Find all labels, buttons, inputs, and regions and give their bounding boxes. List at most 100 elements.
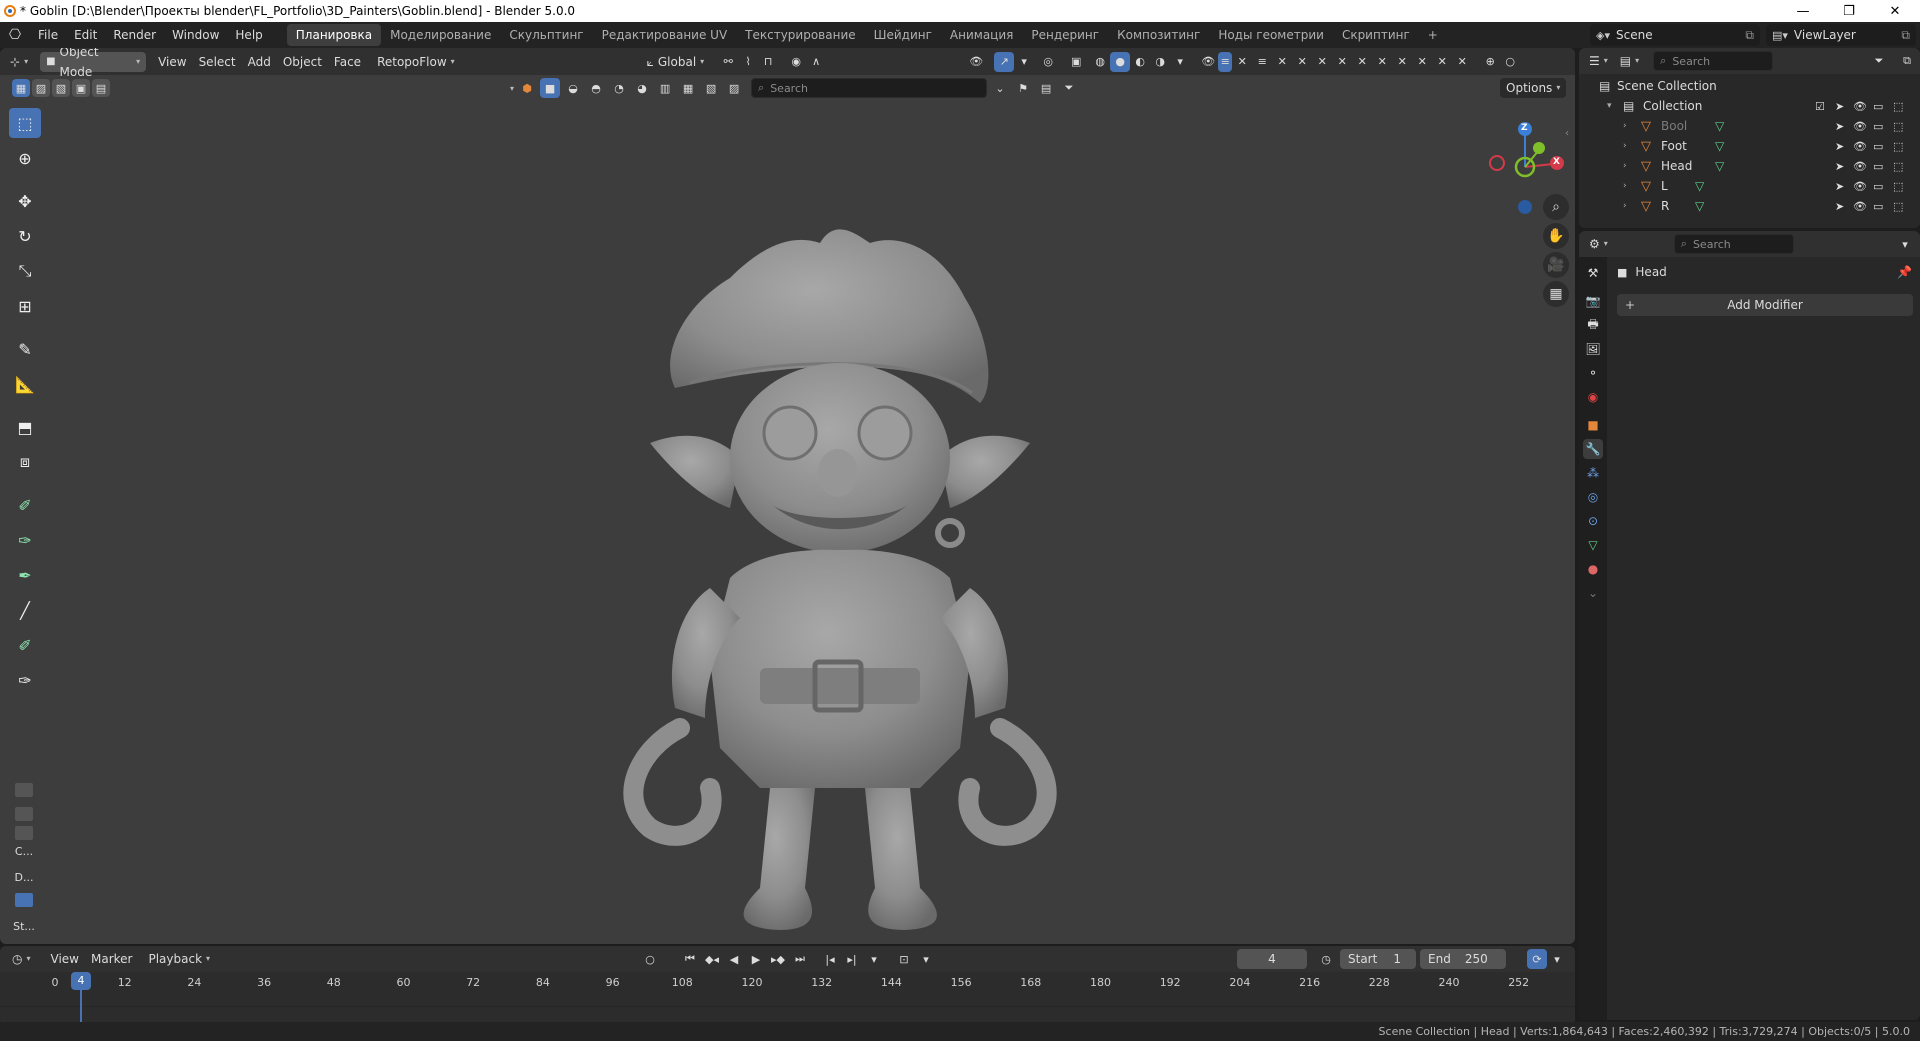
retopoflow-logo-icon[interactable]: ⬢ — [517, 78, 537, 98]
editor-type-icon[interactable]: ⊹ ▾ — [4, 52, 34, 72]
outliner-scene-collection[interactable]: ▤ Scene Collection — [1579, 76, 1920, 96]
gizmo-toggle-icon[interactable]: ↗ — [994, 51, 1015, 72]
scale-icon[interactable]: ⤡ — [9, 256, 41, 286]
chevron-down-icon[interactable]: ▾ — [510, 84, 514, 93]
visibility-eye-icon[interactable]: 👁 — [1853, 100, 1867, 113]
maximize-button[interactable]: ❐ — [1826, 0, 1872, 22]
timeline-body[interactable] — [0, 994, 1575, 1025]
goblin-model[interactable] — [620, 188, 1060, 938]
shading-options-icon[interactable]: ▾ — [1170, 52, 1190, 72]
transform-icon[interactable]: ⊞ — [9, 291, 41, 321]
retopo-tool-8-icon[interactable]: ✕ — [1372, 52, 1392, 72]
play-reverse-icon[interactable]: ◀ — [724, 949, 744, 969]
scene-tab-icon[interactable]: ⚬ — [1583, 363, 1603, 383]
render-camera-icon[interactable]: ⬚ — [1893, 200, 1903, 213]
transform-orientation-dropdown[interactable]: ⟀ Global ▾ — [641, 52, 711, 72]
retopo-strokes-icon[interactable]: ◔ — [609, 78, 629, 98]
viewport-display-icon[interactable]: ▭ — [1873, 200, 1883, 213]
outliner-object-row[interactable]: › ▽ Bool ▽ ➤ 👁 ▭ ⬚ — [1579, 116, 1920, 136]
keying-set-icon[interactable]: ▾ — [864, 949, 884, 969]
workspace-tab-modeling[interactable]: Моделирование — [381, 24, 500, 46]
scene-pin-icon[interactable]: ⧉ — [1745, 28, 1754, 43]
properties-editor-type-icon[interactable]: ⚙ ▾ — [1583, 234, 1614, 254]
circle-icon[interactable]: ○ — [1500, 52, 1520, 72]
close-button[interactable]: ✕ — [1872, 0, 1918, 22]
render-camera-icon[interactable]: ⬚ — [1893, 120, 1903, 133]
mode-dropdown[interactable]: ■ Object Mode ▾ — [40, 48, 147, 79]
minimize-button[interactable]: — — [1780, 0, 1826, 22]
render-camera-icon[interactable]: ⬚ — [1893, 180, 1903, 193]
current-frame-field[interactable]: 4 — [1237, 949, 1307, 969]
render-tab-icon[interactable]: 📷 — [1583, 291, 1603, 311]
keyframe-type-dropdown-icon[interactable]: ▾ — [916, 949, 936, 969]
retopo-loops-icon[interactable]: ▧ — [701, 78, 721, 98]
options-dropdown[interactable]: Options ▾ — [1500, 78, 1567, 98]
panel-label-d[interactable]: D... — [12, 871, 36, 884]
add-cube-icon[interactable]: ⬒ — [9, 412, 41, 442]
render-camera-icon[interactable]: ⬚ — [1893, 100, 1903, 113]
new-viewlayer-icon[interactable]: ⧉ — [1901, 28, 1910, 43]
brush-inflate-icon[interactable]: ✑ — [9, 525, 41, 555]
visibility-eye-icon[interactable]: 👁 — [1853, 200, 1867, 213]
cursor-icon[interactable]: ⊕ — [9, 143, 41, 173]
workspace-tab-geometry-nodes[interactable]: Ноды геометрии — [1209, 24, 1333, 46]
data-tab-icon[interactable]: ▽ — [1583, 535, 1603, 555]
bookmark-icon[interactable]: ⚑ — [1013, 78, 1033, 98]
outliner-display-mode-icon[interactable]: ▤ ▾ — [1614, 51, 1645, 71]
sidebar-toggle-icon[interactable]: ‹ — [1565, 128, 1569, 139]
rendered-shading-icon[interactable]: ◑ — [1150, 52, 1170, 72]
selectable-icon[interactable]: ➤ — [1835, 100, 1844, 113]
outliner-filter-icon[interactable]: ⏷ — [1869, 51, 1889, 71]
visibility-eye-icon[interactable]: 👁 — [1853, 160, 1867, 173]
solid-shading-icon[interactable]: ● — [1110, 51, 1131, 72]
start-frame-field[interactable]: Start 1 — [1340, 949, 1416, 969]
collapse-arrow-icon[interactable]: ▾ — [1607, 101, 1612, 111]
brush-grab-icon[interactable]: ✒ — [9, 560, 41, 590]
jump-end-icon[interactable]: ⏭ — [790, 949, 810, 969]
snap-target-icon[interactable]: ⊓ — [758, 52, 778, 72]
outliner-object-row[interactable]: › ▽ Head ▽ ➤ 👁 ▭ ⬚ — [1579, 156, 1920, 176]
retopo-patches-icon[interactable]: ◕ — [632, 78, 652, 98]
menu-edit[interactable]: Edit — [66, 24, 105, 46]
retopo-contours-icon[interactable]: ◒ — [563, 78, 583, 98]
selectable-icon[interactable]: ➤ — [1835, 120, 1844, 133]
menu-object[interactable]: Object — [277, 52, 328, 72]
retopo-toggle-icon[interactable]: ≡ — [1218, 51, 1233, 72]
select-subtract-icon[interactable]: ▧ — [52, 79, 70, 97]
material-tab-icon[interactable]: ● — [1583, 559, 1603, 579]
retopo-search-input[interactable]: ⌕ Search — [751, 78, 988, 98]
outliner-editor-type-icon[interactable]: ☰ ▾ — [1583, 51, 1614, 71]
falloff-icon[interactable]: ∧ — [806, 52, 826, 72]
select-intersect-icon[interactable]: ▤ — [92, 79, 110, 97]
blender-menu-icon[interactable]: ⎔ — [0, 24, 30, 46]
new-collection-icon[interactable]: ⧉ — [1897, 51, 1917, 71]
select-invert-icon[interactable]: ▣ — [72, 79, 90, 97]
particles-tab-icon[interactable]: ⁂ — [1583, 463, 1603, 483]
retopoflow-menu[interactable]: RetopoFlow ▾ — [371, 52, 461, 72]
modifier-tab-icon[interactable]: 🔧 — [1583, 439, 1603, 459]
retopo-tool-3-icon[interactable]: ✕ — [1272, 52, 1292, 72]
panel-swatch-3[interactable] — [12, 826, 36, 840]
jump-start-icon[interactable]: ⏮ — [680, 949, 700, 969]
menu-window[interactable]: Window — [164, 24, 227, 46]
next-marker-icon[interactable]: ▸| — [842, 949, 862, 969]
preview-range-icon[interactable]: ◷ — [1316, 949, 1336, 969]
menu-view[interactable]: View — [152, 52, 192, 72]
retopo-polypen-icon[interactable]: ▥ — [655, 78, 675, 98]
retopo-tool-11-icon[interactable]: ✕ — [1432, 52, 1452, 72]
jump-keyframe-back-icon[interactable]: ◆◂ — [702, 949, 722, 969]
selectable-icon[interactable]: ➤ — [1835, 160, 1844, 173]
brush-smooth-icon[interactable]: ╱ — [9, 595, 41, 625]
viewport-display-icon[interactable]: ▭ — [1873, 120, 1883, 133]
properties-editor[interactable]: ⚙ ▾ ⌕ Search ▾ ⚒ 📷 🖶 🖼 ⚬ ◉ ■ 🔧 ⁂ ◎ ⊙ ▽ ● … — [1579, 231, 1920, 1020]
menu-help[interactable]: Help — [227, 24, 270, 46]
workspace-tab-texture-paint[interactable]: Текстурирование — [736, 24, 864, 46]
workspace-tab-rendering[interactable]: Рендеринг — [1022, 24, 1108, 46]
viewport-display-icon[interactable]: ▭ — [1873, 100, 1883, 113]
panel-swatch-1[interactable] — [12, 783, 36, 797]
sync-icon[interactable]: ⟳ — [1527, 949, 1547, 969]
outliner-object-row[interactable]: › ▽ L ▽ ➤ 👁 ▭ ⬚ — [1579, 176, 1920, 196]
retopo-tool-10-icon[interactable]: ✕ — [1412, 52, 1432, 72]
timeline-ruler[interactable]: 0 12 24 36 48 60 72 84 96 108 120 132 144 156 168 180 19… — [0, 972, 1575, 994]
annotate-icon[interactable]: ✎ — [9, 334, 41, 364]
